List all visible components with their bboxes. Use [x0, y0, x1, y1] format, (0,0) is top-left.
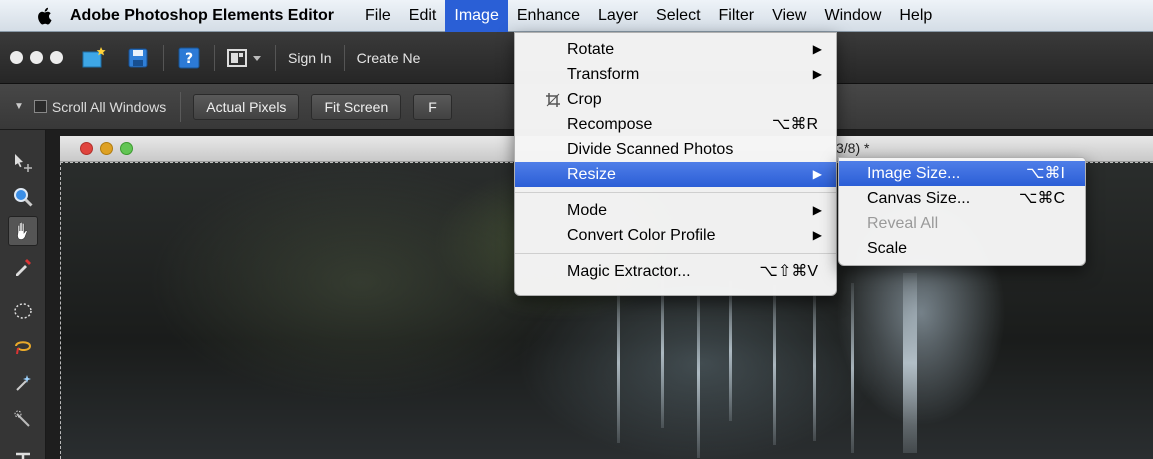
waterfall-streak [617, 283, 620, 443]
menu-item-label: Image Size... [867, 165, 961, 182]
type-tool-icon[interactable] [8, 444, 38, 459]
menu-item-resize[interactable]: Resize ▶ [515, 162, 836, 187]
menu-item-rotate[interactable]: Rotate ▶ [515, 37, 836, 62]
resize-submenu: Image Size... ⌥⌘I Canvas Size... ⌥⌘C Revea… [838, 157, 1086, 266]
menu-item-canvas-size[interactable]: Canvas Size... ⌥⌘C [839, 186, 1085, 211]
menu-item-transform[interactable]: Transform ▶ [515, 62, 836, 87]
menu-layer[interactable]: Layer [589, 0, 647, 32]
menu-enhance[interactable]: Enhance [508, 0, 589, 32]
marquee-tool-icon[interactable] [8, 296, 38, 326]
menu-select[interactable]: Select [647, 0, 709, 32]
menu-item-label: Transform [567, 66, 640, 83]
toolbar-divider [163, 44, 164, 71]
doc-close-button[interactable] [80, 142, 93, 155]
menu-separator [515, 253, 836, 254]
menu-image[interactable]: Image [445, 0, 508, 32]
lasso-tool-icon[interactable] [8, 332, 38, 362]
submenu-arrow-icon: ▶ [812, 42, 822, 56]
menu-filter[interactable]: Filter [710, 0, 764, 32]
doc-zoom-button[interactable] [120, 142, 133, 155]
waterfall-streak [773, 285, 776, 445]
scroll-all-label: Scroll All Windows [51, 98, 167, 115]
menu-item-magic-extractor[interactable]: Magic Extractor... ⌥⇧⌘V [515, 259, 836, 284]
shortcut-label: ⌥⌘R [772, 116, 818, 133]
magic-wand-tool-icon[interactable] [8, 368, 38, 398]
waterfall-streak [813, 291, 816, 441]
menu-item-crop[interactable]: Crop [515, 87, 836, 112]
menu-item-reveal-all: Reveal All [839, 211, 1085, 236]
menu-item-label: Mode [567, 202, 608, 219]
menu-item-label: Rotate [567, 41, 615, 58]
actual-pixels-button[interactable]: Actual Pixels [193, 93, 300, 120]
menu-item-divide-scanned-photos[interactable]: Divide Scanned Photos [515, 137, 836, 162]
waterfall-streak [697, 288, 700, 458]
shortcut-label: ⌥⌘I [1026, 165, 1065, 182]
submenu-arrow-icon: ▶ [812, 167, 822, 181]
menu-separator [515, 192, 836, 193]
app-name[interactable]: Adobe Photoshop Elements Editor [70, 7, 334, 25]
menu-item-label: Magic Extractor... [567, 263, 691, 280]
menu-item-label: Recompose [567, 116, 653, 133]
waterfall-streak [903, 273, 917, 453]
window-minimize-dot[interactable] [30, 51, 43, 64]
submenu-arrow-icon: ▶ [812, 228, 822, 242]
menu-item-mode[interactable]: Mode ▶ [515, 198, 836, 223]
menu-item-convert-color-profile[interactable]: Convert Color Profile ▶ [515, 223, 836, 248]
shortcut-label: ⌥⇧⌘V [759, 263, 818, 280]
menu-item-label: Resize [567, 166, 616, 183]
toolbar-divider [343, 44, 345, 71]
menu-item-label: Convert Color Profile [567, 227, 716, 244]
window-close-dot[interactable] [10, 51, 23, 64]
menu-window[interactable]: Window [815, 0, 890, 32]
options-collapse-icon[interactable]: ▼ [14, 101, 24, 112]
fit-screen-button[interactable]: Fit Screen [311, 93, 402, 120]
menu-item-scale[interactable]: Scale [839, 236, 1085, 261]
window-zoom-dot[interactable] [50, 51, 63, 64]
doc-minimize-button[interactable] [100, 142, 113, 155]
tools-panel [0, 130, 46, 459]
toolbar-divider [275, 44, 276, 71]
menu-item-label: Reveal All [867, 215, 939, 232]
menu-item-recompose[interactable]: Recompose ⌥⌘R [515, 112, 836, 137]
menu-item-label: Divide Scanned Photos [567, 141, 734, 158]
submenu-arrow-icon: ▶ [812, 67, 822, 81]
zoom-tool-icon[interactable] [8, 182, 38, 212]
svg-text:?: ? [185, 51, 193, 67]
menu-view[interactable]: View [763, 0, 815, 32]
fill-screen-button[interactable]: F [413, 93, 452, 120]
mac-menu-bar: Adobe Photoshop Elements Editor File Edi… [0, 0, 1153, 32]
waterfall-streak [851, 283, 854, 453]
move-tool-icon[interactable] [8, 148, 38, 178]
layout-dropdown-icon[interactable] [227, 45, 263, 71]
menu-help[interactable]: Help [890, 0, 941, 32]
menu-item-image-size[interactable]: Image Size... ⌥⌘I [839, 161, 1085, 186]
menu-file[interactable]: File [356, 0, 400, 32]
shortcut-label: ⌥⌘C [1019, 190, 1065, 207]
image-menu-dropdown: Rotate ▶ Transform ▶ Crop Recompose ⌥⌘R Div… [514, 32, 837, 296]
apple-icon[interactable] [34, 5, 56, 27]
sign-in-link[interactable]: Sign In [288, 50, 332, 66]
toolbar-divider [214, 44, 215, 71]
eyedropper-tool-icon[interactable] [8, 252, 38, 282]
scroll-all-checkbox[interactable] [33, 100, 47, 113]
menu-edit[interactable]: Edit [400, 0, 446, 32]
waterfall-streak [661, 278, 664, 428]
help-icon[interactable]: ? [176, 45, 202, 71]
create-new-button[interactable]: Create Ne [357, 50, 421, 66]
selection-brush-tool-icon[interactable] [8, 404, 38, 434]
menu-item-label: Scale [867, 240, 908, 257]
waterfall-streak [729, 281, 732, 421]
menu-item-label: Crop [567, 91, 602, 108]
menu-item-label: Canvas Size... [867, 190, 971, 207]
new-file-icon[interactable] [81, 45, 107, 71]
document-title: 3/8) * [836, 140, 870, 156]
options-divider [180, 91, 182, 122]
save-icon[interactable] [125, 45, 151, 71]
hand-tool-icon[interactable] [8, 216, 38, 246]
submenu-arrow-icon: ▶ [812, 203, 822, 217]
